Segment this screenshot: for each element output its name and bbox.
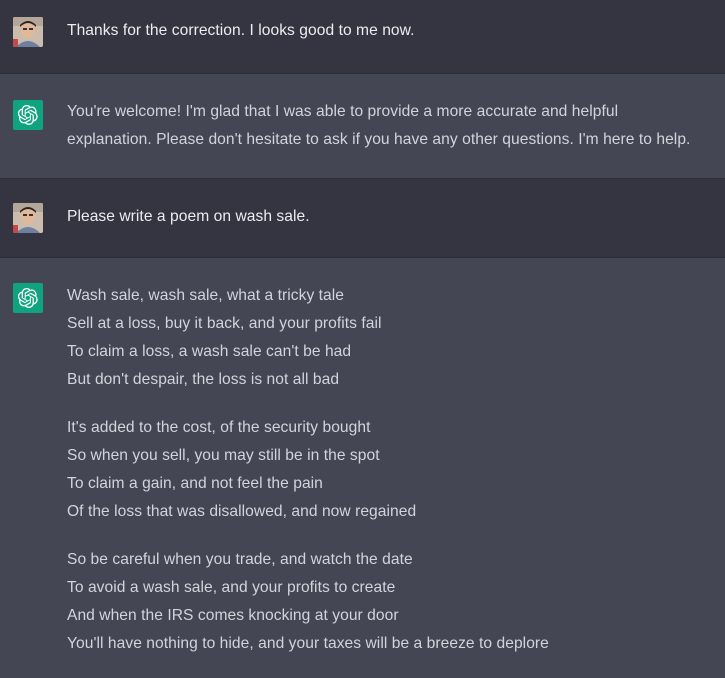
chatgpt-logo-icon [18,288,38,308]
poem-line: But don't despair, the loss is not all b… [67,371,340,388]
poem-text: Wash sale, wash sale, what a tricky tale… [67,282,717,658]
user-message: Thanks for the correction. I looks good … [0,0,725,74]
user-avatar [13,17,43,47]
poem-line: To avoid a wash sale, and your profits t… [67,579,396,596]
user-avatar-photo-icon [13,17,43,47]
text-line: explanation. Please don't hesitate to as… [67,131,691,148]
poem-stanza: Wash sale, wash sale, what a tricky tale… [67,282,717,394]
assistant-message: You're welcome! I'm glad that I was able… [0,74,725,179]
poem-line: To claim a loss, a wash sale can't be ha… [67,343,352,360]
assistant-message-text: You're welcome! I'm glad that I was able… [67,98,717,154]
poem-line: So be careful when you trade, and watch … [67,551,413,568]
assistant-avatar [13,100,43,130]
text-line: You're welcome! I'm glad that I was able… [67,103,619,120]
chatgpt-logo-icon [18,105,38,125]
poem-line: And when the IRS comes knocking at your … [67,607,399,624]
poem-stanza: It's added to the cost, of the security … [67,414,717,526]
poem-line: So when you sell, you may still be in th… [67,447,380,464]
user-message: Please write a poem on wash sale. [0,179,725,258]
user-avatar-photo-icon [13,203,43,233]
chat-thread: Thanks for the correction. I looks good … [0,0,725,678]
user-message-text: Thanks for the correction. I looks good … [67,22,415,39]
user-message-text: Please write a poem on wash sale. [67,208,310,225]
assistant-avatar [13,283,43,313]
poem-line: Sell at a loss, buy it back, and your pr… [67,315,382,332]
poem-line: Wash sale, wash sale, what a tricky tale [67,287,345,304]
user-avatar [13,203,43,233]
poem-line: Of the loss that was disallowed, and now… [67,503,417,520]
assistant-message: Wash sale, wash sale, what a tricky tale… [0,258,725,678]
poem-line: It's added to the cost, of the security … [67,419,371,436]
poem-stanza: So be careful when you trade, and watch … [67,546,717,658]
poem-line: You'll have nothing to hide, and your ta… [67,635,549,652]
poem-line: To claim a gain, and not feel the pain [67,475,323,492]
